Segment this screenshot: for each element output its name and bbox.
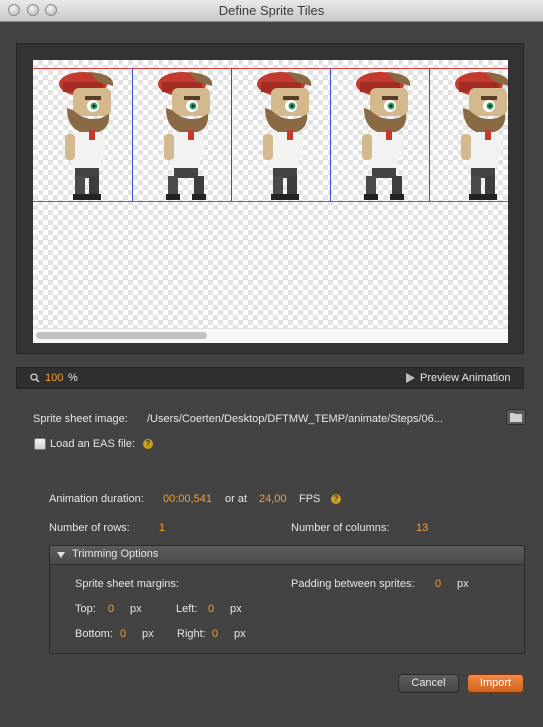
load-eas-checkbox[interactable] (34, 438, 46, 450)
columns-value[interactable]: 13 (416, 522, 428, 534)
right-margin-label: Right: (177, 628, 206, 640)
window-title: Define Sprite Tiles (218, 3, 325, 18)
disclosure-triangle-icon[interactable] (57, 552, 65, 558)
eas-help-icon[interactable]: ? (143, 439, 153, 449)
horizontal-scroll-thumb[interactable] (36, 332, 207, 339)
top-margin-value[interactable]: 0 (108, 603, 114, 615)
left-margin-value[interactable]: 0 (208, 603, 214, 615)
folder-icon (510, 413, 522, 422)
fps-unit: FPS (299, 493, 321, 505)
zoom-toolbar: 100 % Preview Animation (16, 367, 524, 389)
horizontal-scrollbar[interactable] (33, 328, 508, 343)
title-bar: Define Sprite Tiles (0, 0, 543, 22)
sprite-frame (356, 72, 411, 200)
top-margin-label: Top: (75, 603, 96, 615)
trimming-options-title: Trimming Options (72, 548, 159, 560)
play-icon[interactable] (406, 373, 415, 383)
rows-value[interactable]: 1 (159, 522, 165, 534)
right-margin-unit: px (234, 628, 246, 640)
cancel-button[interactable]: Cancel (398, 674, 459, 693)
padding-value[interactable]: 0 (435, 578, 441, 590)
top-margin-unit: px (130, 603, 142, 615)
padding-label: Padding between sprites: (291, 578, 415, 590)
column-divider-line (330, 68, 331, 201)
sprite-sheet-path: /Users/Coerten/Desktop/DFTMW_TEMP/animat… (147, 413, 443, 425)
fps-value[interactable]: 24,00 (259, 493, 287, 505)
rows-label: Number of rows: (49, 522, 130, 534)
animation-duration-label: Animation duration: (49, 493, 144, 505)
bottom-margin-value[interactable]: 0 (120, 628, 126, 640)
sprite-sheet-canvas[interactable] (33, 60, 508, 343)
column-divider-line (132, 68, 133, 201)
preview-animation-button[interactable]: Preview Animation (420, 372, 511, 384)
right-margin-value[interactable]: 0 (212, 628, 218, 640)
sprite-frame (257, 72, 312, 200)
or-at-label: or at (225, 493, 248, 505)
animation-duration-value[interactable]: 00:00,541 (163, 493, 212, 505)
bottom-margin-label: Bottom: (75, 628, 113, 640)
sprite-frame (59, 72, 114, 200)
columns-label: Number of columns: (291, 522, 390, 534)
trimming-options-header[interactable]: Trimming Options (50, 546, 524, 565)
zoom-unit: % (68, 372, 78, 384)
browse-folder-button[interactable] (506, 409, 526, 425)
padding-unit: px (457, 578, 469, 590)
margins-label: Sprite sheet margins: (75, 578, 179, 590)
left-margin-label: Left: (176, 603, 198, 615)
column-divider-line (429, 68, 430, 201)
animation-help-icon[interactable]: ? (331, 494, 341, 504)
bottom-margin-unit: px (142, 628, 154, 640)
column-divider-line (231, 68, 232, 201)
sprite-sheet-image-label: Sprite sheet image: (33, 413, 128, 425)
trimming-options-panel: Trimming Options Sprite sheet margins: P… (49, 545, 525, 654)
load-eas-label: Load an EAS file: (50, 438, 136, 450)
sprite-frame (158, 72, 213, 200)
magnifier-icon[interactable] (30, 373, 40, 383)
row-bottom-line (33, 201, 508, 202)
left-margin-unit: px (230, 603, 242, 615)
zoom-value[interactable]: 100 (45, 372, 63, 384)
import-button[interactable]: Import (467, 674, 524, 693)
sprite-frame (455, 72, 508, 200)
